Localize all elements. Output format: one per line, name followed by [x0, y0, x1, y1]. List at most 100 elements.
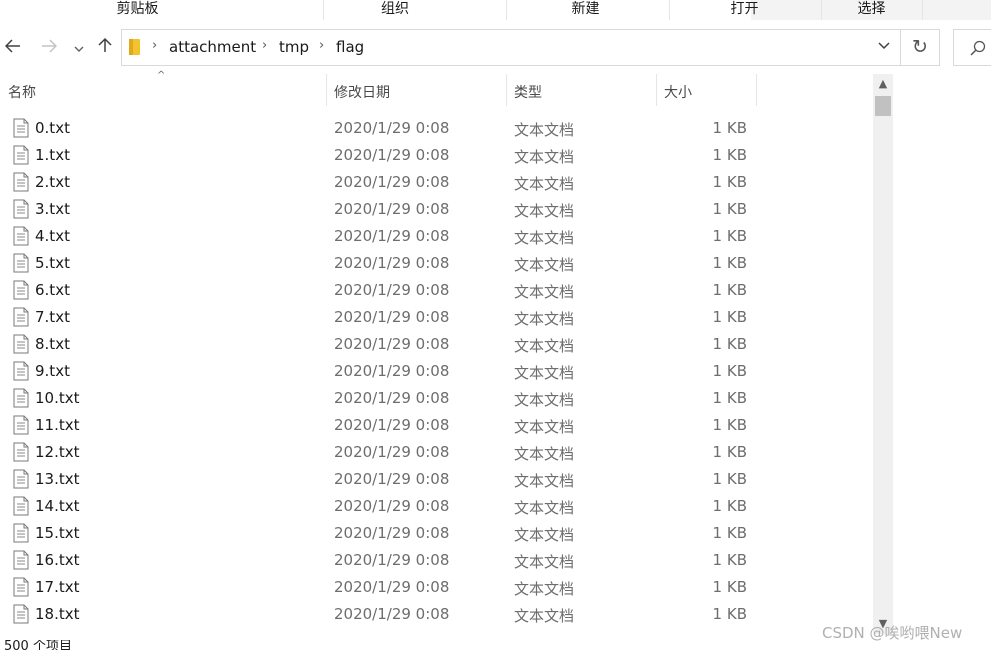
file-name: 4.txt [35, 227, 70, 245]
scroll-up-arrow-icon[interactable]: ▲ [873, 74, 893, 94]
arrow-right-icon [42, 39, 58, 53]
file-name: 14.txt [35, 497, 80, 515]
file-modified-date: 2020/1/29 0:08 [334, 551, 450, 569]
text-file-icon [12, 307, 30, 327]
column-header-row: 名称 修改日期 类型 大小 [0, 74, 870, 106]
file-modified-date: 2020/1/29 0:08 [334, 524, 450, 542]
file-size: 1 KB [712, 254, 747, 272]
breadcrumb-tmp[interactable]: tmp [279, 38, 309, 56]
file-type: 文本文档 [514, 418, 575, 436]
file-size: 1 KB [712, 227, 747, 245]
file-row[interactable]: 14.txt 2020/1/29 0:08 文本文档 1 KB [0, 493, 870, 520]
file-row[interactable]: 0.txt 2020/1/29 0:08 文本文档 1 KB [0, 115, 870, 142]
column-header-name[interactable]: 名称 [8, 82, 36, 102]
file-row[interactable]: 8.txt 2020/1/29 0:08 文本文档 1 KB [0, 331, 870, 358]
breadcrumb-attachment[interactable]: attachment [169, 38, 256, 56]
file-type: 文本文档 [514, 229, 575, 247]
file-size: 1 KB [712, 335, 747, 353]
file-size: 1 KB [712, 524, 747, 542]
file-row[interactable]: 2.txt 2020/1/29 0:08 文本文档 1 KB [0, 169, 870, 196]
file-type: 文本文档 [514, 283, 575, 301]
file-row[interactable]: 7.txt 2020/1/29 0:08 文本文档 1 KB [0, 304, 870, 331]
arrow-up-icon [98, 37, 112, 52]
refresh-button[interactable]: ↻ [901, 29, 940, 66]
back-button[interactable] [2, 36, 24, 60]
text-file-icon [12, 334, 30, 354]
breadcrumb-chevron-icon[interactable]: › [319, 38, 324, 53]
file-modified-date: 2020/1/29 0:08 [334, 335, 450, 353]
chevron-down-icon [74, 46, 84, 52]
file-row[interactable]: 9.txt 2020/1/29 0:08 文本文档 1 KB [0, 358, 870, 385]
ribbon-group-new[interactable]: 新建 [548, 0, 623, 20]
column-header-size[interactable]: 大小 [664, 82, 692, 102]
address-dropdown-icon[interactable] [878, 39, 890, 54]
text-file-icon [12, 361, 30, 381]
file-type: 文本文档 [514, 310, 575, 328]
file-modified-date: 2020/1/29 0:08 [334, 605, 450, 623]
ribbon-group-open[interactable]: 打开 [707, 0, 782, 20]
column-header-type[interactable]: 类型 [514, 82, 542, 102]
file-size: 1 KB [712, 551, 747, 569]
forward-button[interactable] [38, 36, 60, 60]
column-divider[interactable] [326, 74, 327, 106]
file-list: 0.txt 2020/1/29 0:08 文本文档 1 KB 1.txt 2020/1/2… [0, 115, 870, 635]
column-header-date[interactable]: 修改日期 [334, 82, 390, 102]
ribbon-divider [323, 0, 324, 20]
file-type: 文本文档 [514, 445, 575, 463]
file-type: 文本文档 [514, 337, 575, 355]
file-modified-date: 2020/1/29 0:08 [334, 281, 450, 299]
file-row[interactable]: 13.txt 2020/1/29 0:08 文本文档 1 KB [0, 466, 870, 493]
scrollbar-thumb[interactable] [875, 96, 891, 116]
file-row[interactable]: 10.txt 2020/1/29 0:08 文本文档 1 KB [0, 385, 870, 412]
ribbon-group-select[interactable]: 选择 [834, 0, 909, 20]
breadcrumb-chevron-icon[interactable]: › [262, 38, 267, 53]
file-modified-date: 2020/1/29 0:08 [334, 173, 450, 191]
file-row[interactable]: 11.txt 2020/1/29 0:08 文本文档 1 KB [0, 412, 870, 439]
file-type: 文本文档 [514, 121, 575, 139]
file-modified-date: 2020/1/29 0:08 [334, 578, 450, 596]
file-row[interactable]: 18.txt 2020/1/29 0:08 文本文档 1 KB [0, 601, 870, 628]
address-bar[interactable]: › attachment › tmp › flag [121, 29, 901, 66]
file-size: 1 KB [712, 497, 747, 515]
up-button[interactable] [95, 36, 115, 60]
search-box[interactable] [953, 29, 991, 66]
file-modified-date: 2020/1/29 0:08 [334, 308, 450, 326]
file-row[interactable]: 4.txt 2020/1/29 0:08 文本文档 1 KB [0, 223, 870, 250]
column-divider[interactable] [756, 74, 757, 106]
column-divider[interactable] [506, 74, 507, 106]
file-row[interactable]: 15.txt 2020/1/29 0:08 文本文档 1 KB [0, 520, 870, 547]
ribbon-divider [922, 0, 923, 20]
file-size: 1 KB [712, 416, 747, 434]
ribbon-group-clipboard[interactable]: 剪贴板 [95, 0, 180, 20]
file-row[interactable]: 1.txt 2020/1/29 0:08 文本文档 1 KB [0, 142, 870, 169]
file-size: 1 KB [712, 200, 747, 218]
text-file-icon [12, 253, 30, 273]
file-type: 文本文档 [514, 472, 575, 490]
file-size: 1 KB [712, 389, 747, 407]
file-row[interactable]: 12.txt 2020/1/29 0:08 文本文档 1 KB [0, 439, 870, 466]
ribbon-group-labels: 剪贴板 组织 新建 打开 选择 [0, 0, 991, 20]
file-modified-date: 2020/1/29 0:08 [334, 497, 450, 515]
file-row[interactable]: 3.txt 2020/1/29 0:08 文本文档 1 KB [0, 196, 870, 223]
file-name: 8.txt [35, 335, 70, 353]
file-name: 15.txt [35, 524, 80, 542]
text-file-icon [12, 415, 30, 435]
file-name: 2.txt [35, 173, 70, 191]
file-row[interactable]: 5.txt 2020/1/29 0:08 文本文档 1 KB [0, 250, 870, 277]
breadcrumb-chevron-icon[interactable]: › [152, 38, 157, 53]
file-type: 文本文档 [514, 256, 575, 274]
column-divider[interactable] [656, 74, 657, 106]
text-file-icon [12, 577, 30, 597]
file-name: 3.txt [35, 200, 70, 218]
file-row[interactable]: 16.txt 2020/1/29 0:08 文本文档 1 KB [0, 547, 870, 574]
breadcrumb-flag[interactable]: flag [336, 38, 364, 56]
ribbon-divider [821, 0, 822, 20]
ribbon-group-organize[interactable]: 组织 [355, 0, 435, 20]
file-row[interactable]: 17.txt 2020/1/29 0:08 文本文档 1 KB [0, 574, 870, 601]
text-file-icon [12, 280, 30, 300]
ribbon-divider [669, 0, 670, 20]
vertical-scrollbar[interactable]: ▲ ▼ [873, 74, 893, 634]
file-row[interactable]: 6.txt 2020/1/29 0:08 文本文档 1 KB [0, 277, 870, 304]
recent-locations-button[interactable] [70, 36, 88, 60]
file-type: 文本文档 [514, 364, 575, 382]
